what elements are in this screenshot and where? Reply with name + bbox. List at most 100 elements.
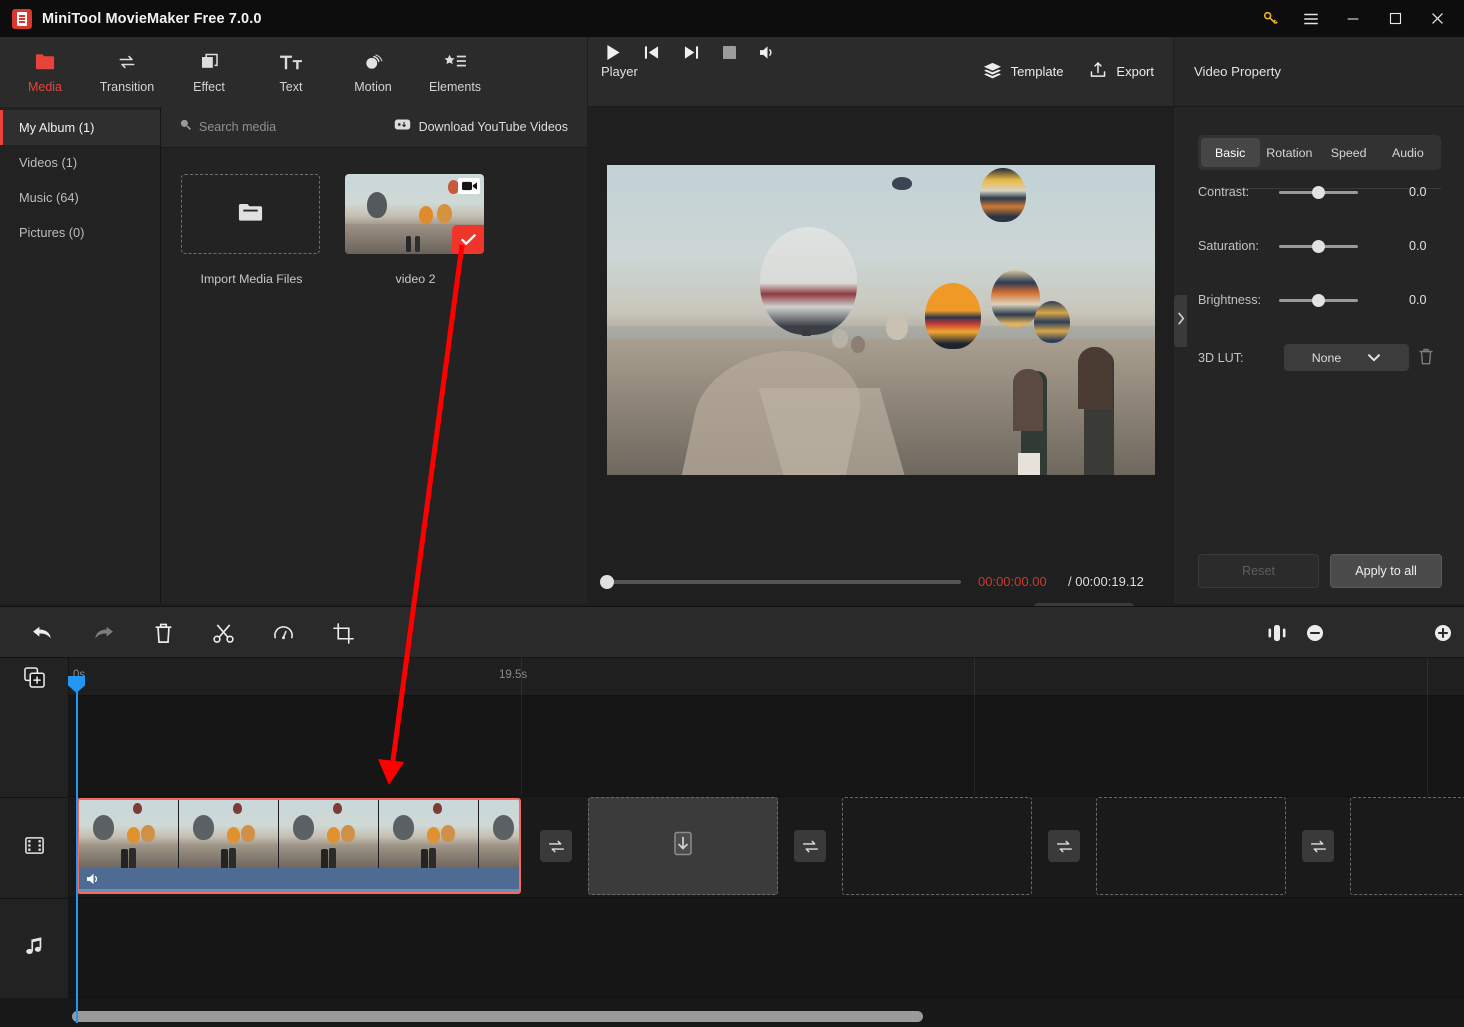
tab-label: Audio <box>1392 145 1424 160</box>
ribbon-label: Text <box>279 79 303 94</box>
ribbon-tab-text[interactable]: Text <box>250 41 332 103</box>
import-media-dropzone[interactable] <box>181 174 320 254</box>
music-note-icon <box>25 936 45 962</box>
next-frame-button[interactable] <box>676 37 706 67</box>
search-placeholder: Search media <box>199 120 277 134</box>
sidebar-item-music[interactable]: Music (64) <box>0 180 160 215</box>
hamburger-menu-icon[interactable] <box>1290 0 1332 37</box>
key-icon[interactable] <box>1250 0 1290 37</box>
clip-placeholder[interactable] <box>1350 797 1464 895</box>
search-input[interactable]: Search media <box>179 118 276 136</box>
lut-delete-button[interactable] <box>1418 348 1434 371</box>
sidebar-item-pictures[interactable]: Pictures (0) <box>0 215 160 250</box>
timeline-ruler[interactable]: 0s 19.5s <box>69 658 1464 696</box>
download-youtube-button[interactable]: Download YouTube Videos <box>394 118 568 136</box>
collapse-panel-button[interactable] <box>1174 295 1187 347</box>
page-title: Video Property <box>1194 64 1281 79</box>
brightness-handle[interactable] <box>1312 293 1325 307</box>
text-tt-icon <box>279 51 303 73</box>
media-item-video-2[interactable]: video 2 <box>345 174 486 286</box>
timeline-clip-video-2[interactable] <box>77 798 521 894</box>
clip-placeholder[interactable] <box>588 797 778 895</box>
media-grid: Import Media Files video 2 <box>161 148 587 286</box>
stop-button[interactable] <box>714 37 744 67</box>
audio-track[interactable] <box>69 898 1464 998</box>
clip-placeholder[interactable] <box>1096 797 1286 895</box>
sidebar-item-my-album[interactable]: My Album (1) <box>0 110 160 145</box>
track-header-audio[interactable] <box>0 898 69 998</box>
video-property-tabs: Basic Rotation Speed Audio <box>1197 135 1441 170</box>
tab-label: Basic <box>1214 145 1246 160</box>
ribbon-tab-elements[interactable]: Elements <box>414 41 496 103</box>
fit-timeline-icon[interactable] <box>1262 618 1292 648</box>
delete-button[interactable] <box>148 618 178 648</box>
import-media-cell[interactable]: Import Media Files <box>181 174 322 286</box>
ribbon-tab-motion[interactable]: Motion <box>332 41 414 103</box>
reset-button[interactable]: Reset <box>1198 554 1319 588</box>
crop-button[interactable] <box>328 618 358 648</box>
clip-placeholder[interactable] <box>842 797 1032 895</box>
apply-to-all-button[interactable]: Apply to all <box>1330 554 1442 588</box>
video-preview[interactable] <box>607 165 1155 475</box>
clip-thumbnails <box>79 800 519 870</box>
media-thumbnail[interactable] <box>345 174 484 254</box>
minimize-icon[interactable] <box>1332 0 1374 37</box>
track-header-overlay[interactable] <box>0 696 69 797</box>
layers-square-icon <box>199 51 220 73</box>
ribbon-tab-effect[interactable]: Effect <box>168 41 250 103</box>
clip-audio-strip[interactable] <box>79 868 519 892</box>
tab-audio[interactable]: Audio <box>1378 138 1437 167</box>
title-bar: MiniTool MovieMaker Free 7.0.0 <box>0 0 1464 37</box>
lut-select[interactable]: None <box>1284 344 1409 371</box>
saturation-row: Saturation: 0.0 <box>1174 234 1464 258</box>
transition-button[interactable] <box>1302 830 1334 862</box>
tab-basic[interactable]: Basic <box>1200 138 1260 167</box>
playhead-line <box>76 676 78 1023</box>
media-selected-check-icon[interactable] <box>452 225 484 254</box>
ribbon-bar: Media Transition Effect Text Motion Elem… <box>0 37 587 107</box>
template-button[interactable]: Template <box>983 62 1063 82</box>
download-youtube-label: Download YouTube Videos <box>418 120 568 134</box>
import-media-label: Import Media Files <box>200 272 303 286</box>
ribbon-label: Motion <box>354 79 392 94</box>
timeline-scrollbar-thumb[interactable] <box>72 1011 923 1022</box>
close-icon[interactable] <box>1416 0 1458 37</box>
saturation-handle[interactable] <box>1312 239 1325 253</box>
contrast-handle[interactable] <box>1312 185 1325 199</box>
tab-speed[interactable]: Speed <box>1319 138 1378 167</box>
clip-waveform <box>79 889 519 892</box>
transition-button[interactable] <box>1048 830 1080 862</box>
ribbon-tab-media[interactable]: Media <box>4 41 86 103</box>
ribbon-label: Transition <box>99 79 155 94</box>
undo-button[interactable] <box>28 618 58 648</box>
add-media-button[interactable] <box>0 658 69 696</box>
sidebar-item-label: Pictures (0) <box>19 225 85 240</box>
player-panel: Player Template Export 00:00:00.00 / 00:… <box>588 37 1173 631</box>
transition-button[interactable] <box>794 830 826 862</box>
speed-button[interactable] <box>268 618 298 648</box>
track-header-video[interactable] <box>0 797 69 898</box>
zoom-minus-icon[interactable] <box>1300 618 1330 648</box>
previous-frame-button[interactable] <box>636 37 666 67</box>
maximize-icon[interactable] <box>1374 0 1416 37</box>
sidebar-item-label: My Album (1) <box>19 120 95 135</box>
ribbon-label: Media <box>27 79 63 94</box>
volume-button[interactable] <box>752 37 782 67</box>
transition-button[interactable] <box>540 830 572 862</box>
ribbon-tab-transition[interactable]: Transition <box>86 41 168 103</box>
seek-bar[interactable] <box>605 580 961 584</box>
clip-frame <box>179 800 279 870</box>
app-title: MiniTool MovieMaker Free 7.0.0 <box>42 10 262 27</box>
drop-here-icon <box>673 831 693 861</box>
play-button[interactable] <box>598 37 628 67</box>
seek-handle[interactable] <box>600 575 614 589</box>
zoom-plus-icon[interactable] <box>1428 618 1458 648</box>
ruler-label: 19.5s <box>499 669 528 681</box>
export-button[interactable]: Export <box>1089 61 1154 82</box>
tab-label: Rotation <box>1266 145 1313 160</box>
overlay-track[interactable] <box>69 696 1464 797</box>
sidebar-item-videos[interactable]: Videos (1) <box>0 145 160 180</box>
sidebar-item-label: Music (64) <box>19 190 79 205</box>
split-button[interactable] <box>208 618 238 648</box>
tab-rotation[interactable]: Rotation <box>1260 138 1319 167</box>
